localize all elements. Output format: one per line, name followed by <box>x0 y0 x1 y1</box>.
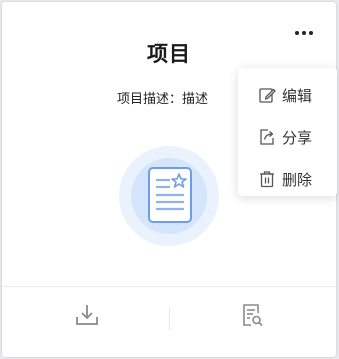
preview-button[interactable] <box>235 300 269 334</box>
download-button[interactable] <box>70 300 104 334</box>
more-options-menu: 编辑 分享 删除 <box>238 68 337 196</box>
more-dot <box>309 31 313 35</box>
more-dot <box>302 31 306 35</box>
menu-item-label: 删除 <box>282 170 313 189</box>
card-description: 项目描述：描述 <box>117 92 209 107</box>
menu-item-delete[interactable]: 删除 <box>238 158 337 200</box>
card-title: 项目 <box>147 42 191 66</box>
project-card[interactable]: 项目 项目描述：描述 编辑 分享 删除 <box>2 2 337 357</box>
delete-icon <box>258 170 276 188</box>
document-search-icon <box>239 302 265 332</box>
menu-item-label: 分享 <box>282 128 313 147</box>
footer-separator <box>169 308 170 330</box>
menu-item-label: 编辑 <box>282 86 313 105</box>
menu-item-edit[interactable]: 编辑 <box>238 74 337 116</box>
download-icon <box>74 302 100 332</box>
more-dot <box>295 31 299 35</box>
menu-item-share[interactable]: 分享 <box>238 116 337 158</box>
share-icon <box>258 128 276 146</box>
document-illustration-icon <box>118 145 220 247</box>
edit-icon <box>258 86 276 104</box>
footer-divider <box>2 286 336 287</box>
